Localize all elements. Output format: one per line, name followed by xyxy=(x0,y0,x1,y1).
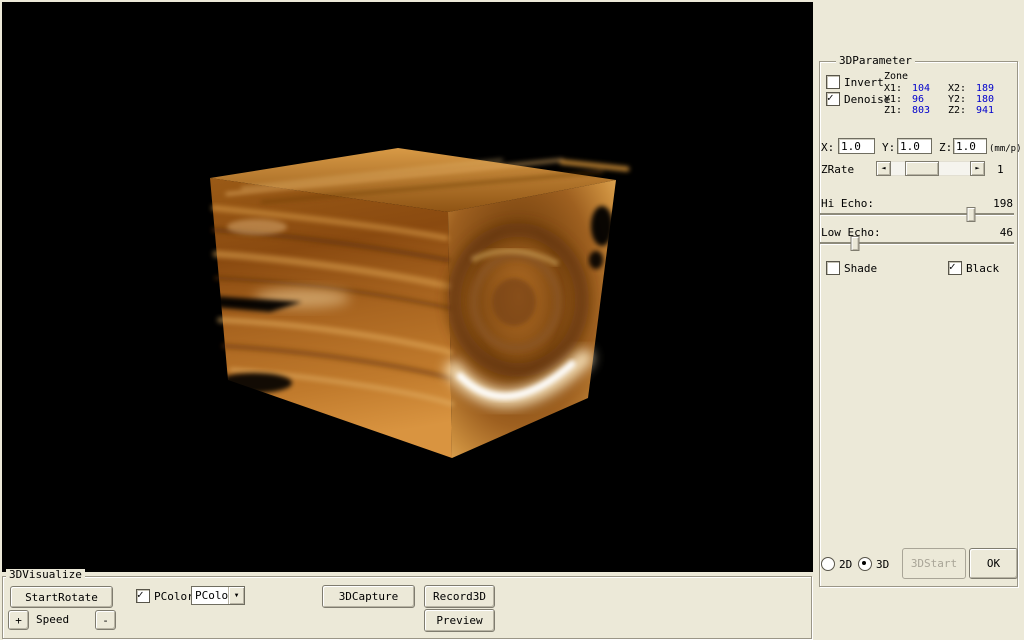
3dcapture-button[interactable]: 3DCapture xyxy=(322,585,415,608)
scale-z-input[interactable] xyxy=(953,138,987,154)
zone-x2-label: X2: xyxy=(948,84,966,94)
pcolor-dropdown[interactable]: PColor ▼ xyxy=(191,586,245,605)
low-echo-slider-track[interactable] xyxy=(820,242,1014,244)
zone-x1-label: X1: xyxy=(884,84,902,94)
mode-3d-label: 3D xyxy=(876,558,889,571)
zone-y1-label: Y1: xyxy=(884,95,902,105)
chevron-down-icon: ▼ xyxy=(235,593,239,599)
mode-2d-label: 2D xyxy=(839,558,852,571)
zrate-scrollbar-track[interactable] xyxy=(891,161,970,176)
shade-checkbox[interactable]: ✓ Shade xyxy=(826,261,877,275)
scale-y-input[interactable] xyxy=(897,138,932,154)
record3d-button[interactable]: Record3D xyxy=(424,585,495,608)
zrate-value: 1 xyxy=(997,163,1004,176)
arrow-right-icon: ► xyxy=(975,165,979,172)
low-echo-slider-thumb[interactable] xyxy=(850,236,859,251)
zrate-scrollbar[interactable]: ◄ ► xyxy=(876,161,985,176)
hi-echo-slider-track[interactable] xyxy=(820,213,1014,215)
mode-2d-radio-button[interactable] xyxy=(821,557,835,571)
shade-checkbox-box[interactable]: ✓ xyxy=(826,261,840,275)
scroll-right-button[interactable]: ► xyxy=(970,161,985,176)
pcolor-checkbox-box[interactable]: ✓ xyxy=(136,589,150,603)
zrate-scrollbar-thumb[interactable] xyxy=(905,161,939,176)
scale-z-label: Z: xyxy=(939,141,952,154)
invert-checkbox[interactable]: ✓ Invert xyxy=(826,75,884,89)
zone-title: Zone xyxy=(884,72,908,82)
mode-3d-radio[interactable]: 3D xyxy=(858,557,889,571)
check-icon: ✓ xyxy=(137,589,144,601)
zrate-label: ZRate xyxy=(821,163,854,176)
pcolor-dropdown-value: PColor xyxy=(192,588,228,603)
zone-x1-value: 104 xyxy=(912,84,930,94)
3d-viewport[interactable] xyxy=(2,2,813,572)
scale-x-label: X: xyxy=(821,141,834,154)
speed-minus-button[interactable]: - xyxy=(95,610,116,630)
ok-button[interactable]: OK xyxy=(969,548,1018,579)
mode-2d-radio[interactable]: 2D xyxy=(821,557,852,571)
visualize-group-title: 3DVisualize xyxy=(6,569,85,581)
speed-plus-button[interactable]: + xyxy=(8,610,29,630)
scale-x-input[interactable] xyxy=(838,138,875,154)
zone-z2-label: Z2: xyxy=(948,106,966,116)
3dstart-button[interactable]: 3DStart xyxy=(902,548,966,579)
check-icon: ✓ xyxy=(827,92,834,104)
volume-render xyxy=(2,2,813,572)
preview-button[interactable]: Preview xyxy=(424,609,495,632)
mode-3d-radio-button[interactable] xyxy=(858,557,872,571)
speed-label: Speed xyxy=(36,613,69,626)
arrow-left-icon: ◄ xyxy=(881,165,885,172)
pcolor-checkbox-label: PColor xyxy=(154,590,194,603)
radio-dot xyxy=(862,561,866,565)
black-checkbox-box[interactable]: ✓ xyxy=(948,261,962,275)
scale-y-label: Y: xyxy=(882,141,895,154)
denoise-checkbox[interactable]: ✓ Denoise xyxy=(826,92,890,106)
zone-z2-value: 941 xyxy=(976,106,994,116)
app-window: 3DParameter ✓ Invert ✓ Denoise Zone X1: … xyxy=(0,0,1024,640)
zone-y2-label: Y2: xyxy=(948,95,966,105)
hi-echo-slider[interactable] xyxy=(820,206,1014,222)
black-checkbox-label: Black xyxy=(966,262,999,275)
check-icon: ✓ xyxy=(949,261,956,273)
invert-checkbox-box[interactable]: ✓ xyxy=(826,75,840,89)
zone-y1-value: 96 xyxy=(912,95,924,105)
pcolor-checkbox[interactable]: ✓ PColor xyxy=(136,589,194,603)
hi-echo-slider-thumb[interactable] xyxy=(966,207,975,222)
invert-checkbox-label: Invert xyxy=(844,76,884,89)
scroll-left-button[interactable]: ◄ xyxy=(876,161,891,176)
shade-checkbox-label: Shade xyxy=(844,262,877,275)
dropdown-arrow-button[interactable]: ▼ xyxy=(228,587,244,604)
scale-unit-label: (mm/p) xyxy=(989,143,1022,156)
start-rotate-button[interactable]: StartRotate xyxy=(10,586,113,608)
zone-z1-value: 803 xyxy=(912,106,930,116)
low-echo-slider[interactable] xyxy=(820,235,1014,251)
zone-z1-label: Z1: xyxy=(884,106,902,116)
black-checkbox[interactable]: ✓ Black xyxy=(948,261,999,275)
zone-y2-value: 180 xyxy=(976,95,994,105)
zone-x2-value: 189 xyxy=(976,84,994,94)
parameter-group-title: 3DParameter xyxy=(836,55,915,67)
denoise-checkbox-box[interactable]: ✓ xyxy=(826,92,840,106)
